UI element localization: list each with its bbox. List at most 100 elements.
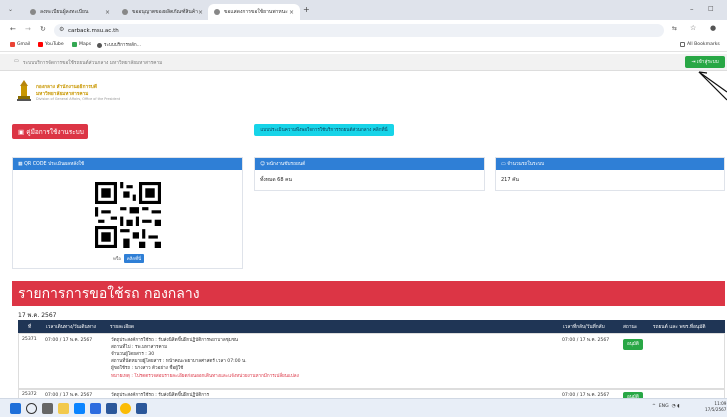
university-emblem-icon (17, 80, 31, 101)
youtube-icon (38, 42, 43, 47)
tab-label: ขอแสดงการขอใช้ยานพาหนะ (224, 9, 288, 15)
drivers-card: ☺ พนักงานขับรถยนต์ ทั้งหมด 68 คน (254, 157, 485, 191)
bookmark-label: ระบบบริการหลัก... (104, 43, 141, 48)
status-approved-button[interactable]: อนุมัติ (623, 339, 643, 350)
volume-icon[interactable]: ◖ (677, 404, 679, 409)
request-list-banner: รายการการขอใช้รถ กองกลาง (12, 281, 725, 306)
bookmark-label: Gmail (17, 42, 31, 47)
tab-1[interactable]: ลงทะเบียนผู้ลงทะเบียน × (24, 4, 116, 20)
bookmark-gmail[interactable]: Gmail (10, 42, 30, 47)
chrome-icon[interactable] (120, 403, 131, 414)
tab-favicon-icon (122, 9, 128, 15)
row-place: สถานที่ไป : รพ.มหาสารคาม (111, 345, 168, 350)
login-icon: ⇥ (691, 59, 696, 65)
vehicles-card: ▭ จำนวนรถในระบบ 217 คัน (495, 157, 725, 191)
file-explorer-icon[interactable] (58, 403, 69, 414)
globe-icon (97, 43, 102, 48)
login-label: เข้าสู่ระบบ (696, 60, 719, 65)
address-bar[interactable]: ⚙ carback.msu.ac.th (54, 24, 664, 37)
close-icon[interactable]: × (198, 9, 203, 16)
row-pickup: สถานที่นัดหมายผู้โดยสาร : หน้าคณะพยาบาลศ… (111, 359, 247, 364)
minimize-icon[interactable]: – (690, 5, 694, 13)
site-top-bar: ▭ ระบบบริการจัดการขอใช้รถยนต์ส่วนกลาง มห… (0, 54, 727, 71)
folder-icon (680, 42, 685, 47)
row-depart: 07:00 / 17 พ.ค. 2567 (45, 338, 93, 343)
close-icon[interactable]: × (289, 9, 294, 16)
browser-tab-strip: ⌄ ลงทะเบียนผู้ลงทะเบียน × ขออนุญาตของผลิ… (0, 0, 727, 20)
tab-label: ขออนุญาตของผลิตภัณฑ์สินค้า (132, 9, 198, 15)
windows-taskbar (0, 398, 727, 417)
profile-icon[interactable]: ● (710, 24, 716, 32)
back-icon[interactable]: ← (10, 25, 16, 33)
bookmark-label: Maps (79, 42, 92, 47)
url-text: carback.msu.ac.th (68, 27, 119, 34)
system-tray[interactable]: ^ ENG ◔ ◖ (652, 404, 680, 409)
col-return: เวลาที่กลับ/วันที่กลับ (563, 325, 605, 330)
row-id: 25372 (22, 392, 37, 397)
row-people: จำนวนผู้โดยสาร : 30 (111, 352, 155, 357)
windows-start-icon[interactable] (10, 403, 21, 414)
tab-favicon-icon (30, 9, 36, 15)
bookmark-label: YouTube (45, 42, 64, 47)
qr-link-prefix: หรือ (113, 257, 121, 262)
manual-label: คู่มือการใช้งานระบบ (26, 127, 84, 136)
login-button[interactable]: ⇥ เข้าสู่ระบบ (685, 56, 725, 68)
vehicles-card-title: จำนวนรถในระบบ (507, 162, 545, 167)
language-indicator[interactable]: ENG (659, 404, 669, 409)
store-icon[interactable] (136, 403, 147, 414)
col-depart: เวลาเดินทาง/วันเดินทาง (46, 325, 97, 330)
chevron-up-icon[interactable]: ^ (652, 404, 656, 409)
reload-icon[interactable]: ↻ (40, 25, 46, 33)
col-status: สถานะ (623, 325, 638, 330)
word-icon[interactable] (106, 403, 117, 414)
site-info-icon[interactable]: ⚙ (59, 26, 64, 33)
qr-card-header: ▦ QR CODE ประเมินผลหลังใช้ (13, 158, 242, 170)
bookmark-label: All Bookmarks (687, 42, 720, 47)
tab-search-icon[interactable]: ⌄ (8, 6, 13, 13)
forward-icon[interactable]: → (25, 25, 31, 33)
col-vehicle-driver: รถยนต์ และ พขร.ที่อนุมัติ (653, 325, 706, 330)
maximize-icon[interactable]: □ (708, 5, 714, 12)
bookmark-site[interactable]: ระบบบริการหลัก... (97, 42, 141, 49)
survey-button[interactable]: แบบประเมินความพึงพอใจการใช้บริการรถยนต์ส… (254, 124, 394, 136)
vehicles-card-header: ▭ จำนวนรถในระบบ (496, 158, 724, 170)
search-icon[interactable] (26, 403, 37, 414)
wifi-icon[interactable]: ◔ (672, 404, 676, 409)
banner-title: รายการการขอใช้รถ กองกลาง (18, 285, 200, 302)
edge-icon[interactable] (74, 403, 85, 414)
task-view-icon[interactable] (42, 403, 53, 414)
row-note: หมายเหตุ : โปรดตรวจสอบรายละเอียดก่อนออกเ… (111, 374, 299, 379)
tab-label: ลงทะเบียนผู้ลงทะเบียน (40, 9, 89, 15)
row-purpose: วัตถุประสงค์การใช้รถ : รับส่งนิสิตขึ้นฝึ… (111, 338, 239, 343)
mail-icon[interactable] (90, 403, 101, 414)
qr-icon: ▦ (18, 161, 23, 167)
new-tab-button[interactable]: + (303, 5, 310, 14)
col-id: ที่ (28, 325, 32, 330)
all-bookmarks[interactable]: All Bookmarks (680, 42, 720, 47)
car-icon: ▭ (501, 161, 506, 167)
qr-click-here-button[interactable]: คลิกที่นี่ (123, 254, 145, 263)
close-icon[interactable]: × (105, 9, 110, 16)
drivers-card-header: ☺ พนักงานขับรถยนต์ (255, 158, 484, 170)
survey-label: แบบประเมินความพึงพอใจการใช้บริการรถยนต์ส… (260, 127, 388, 133)
bookmark-youtube[interactable]: YouTube (38, 42, 64, 47)
manual-button[interactable]: ▣ คู่มือการใช้งานระบบ (12, 124, 88, 139)
bookmark-maps[interactable]: Maps (72, 42, 91, 47)
maps-icon (72, 42, 77, 47)
row-id: 25371 (22, 337, 37, 342)
tab-3-active[interactable]: ขอแสดงการขอใช้ยานพาหนะ × (208, 4, 300, 20)
col-details: รายละเอียด (110, 325, 135, 330)
date-heading: 17 พ.ค. 2567 (18, 312, 57, 319)
table-row: 25371 07:00 / 17 พ.ค. 2567 วัตถุประสงค์ก… (18, 333, 725, 389)
site-bar-title: ระบบบริการจัดการขอใช้รถยนต์ส่วนกลาง มหาว… (23, 61, 163, 66)
vehicles-count: 217 คัน (501, 177, 519, 183)
driver-icon: ☺ (260, 161, 266, 167)
star-icon[interactable]: ☆ (690, 24, 696, 32)
taskbar-clock[interactable]: 11:09 17/5/2567 (705, 401, 726, 413)
clock-date: 17/5/2567 (705, 407, 727, 412)
book-icon: ▣ (18, 127, 25, 136)
tab-favicon-icon (214, 9, 220, 15)
row-return: 07:00 / 17 พ.ค. 2567 (562, 338, 610, 343)
tab-2[interactable]: ขออนุญาตของผลิตภัณฑ์สินค้า × (116, 4, 208, 20)
translate-icon[interactable]: ⇆ (672, 25, 677, 32)
